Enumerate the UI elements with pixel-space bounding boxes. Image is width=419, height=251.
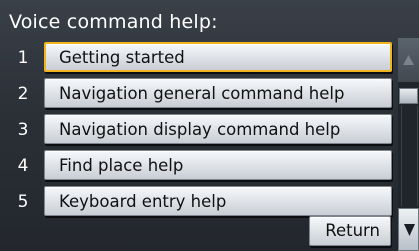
navigation-display-command-help-button[interactable]: Navigation display command help <box>44 114 392 144</box>
item-number: 1 <box>17 48 29 68</box>
navigation-general-command-help-button[interactable]: Navigation general command help <box>44 78 392 108</box>
list-item: 1 Getting started <box>0 40 400 76</box>
item-number: 5 <box>17 192 29 212</box>
triangle-down-icon <box>404 224 415 236</box>
item-number: 3 <box>17 120 29 140</box>
list-item: 4 Find place help <box>0 148 400 184</box>
getting-started-button[interactable]: Getting started <box>44 42 392 72</box>
item-number: 2 <box>17 84 29 104</box>
keyboard-entry-help-button[interactable]: Keyboard entry help <box>44 186 392 216</box>
scroll-track[interactable] <box>401 106 418 206</box>
scrollbar[interactable] <box>398 38 419 251</box>
scroll-thumb[interactable] <box>399 88 418 104</box>
page-title: Voice command help: <box>9 11 218 33</box>
list-item: 3 Navigation display command help <box>0 112 400 148</box>
return-button[interactable]: Return <box>309 216 391 246</box>
voice-command-help-screen: Voice command help: 1 Getting started 2 … <box>0 0 419 251</box>
list-item: 2 Navigation general command help <box>0 76 400 112</box>
scroll-down-button[interactable] <box>398 208 419 251</box>
scroll-up-button[interactable] <box>398 38 419 82</box>
item-number: 4 <box>17 156 29 176</box>
triangle-up-icon <box>403 55 414 65</box>
find-place-help-button[interactable]: Find place help <box>44 150 392 180</box>
list-item: 5 Keyboard entry help <box>0 184 400 220</box>
